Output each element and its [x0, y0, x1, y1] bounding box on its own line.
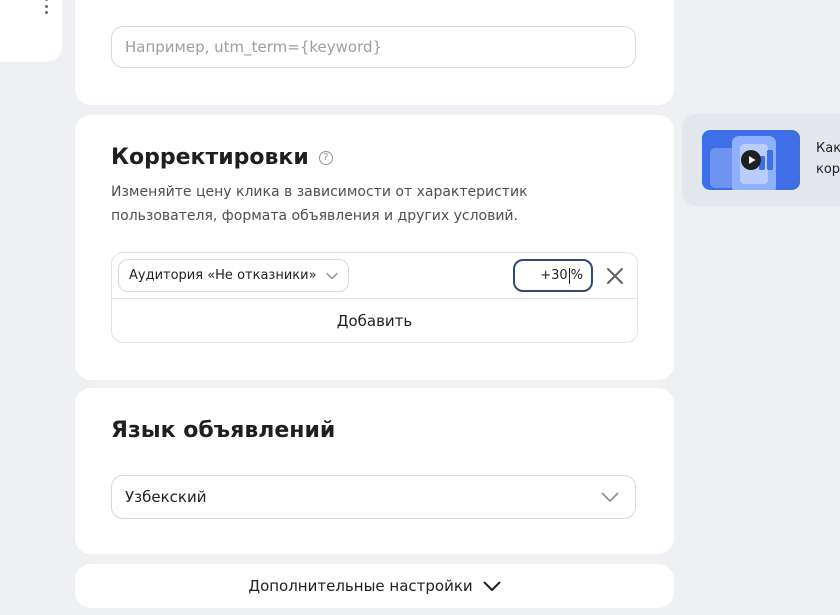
promo-text-line: Как [816, 141, 840, 156]
chevron-down-icon [325, 272, 338, 279]
play-icon [741, 150, 761, 170]
audience-select[interactable]: Аудитория «Не отказники» [118, 259, 349, 292]
adjustments-title: Корректировки ? [111, 145, 333, 170]
adjustments-card: Корректировки ? Изменяйте цену клика в з… [75, 115, 674, 380]
promo-text: Как кор [816, 138, 840, 180]
additional-settings-label: Дополнительные настройки [248, 577, 473, 595]
url-params-card [75, 0, 674, 105]
chevron-down-icon [483, 581, 501, 591]
percent-value: +30 [540, 268, 568, 283]
close-icon[interactable] [603, 264, 627, 288]
language-selected-value: Узбекский [125, 488, 207, 506]
audience-select-label: Аудитория «Не отказники» [129, 268, 317, 283]
additional-settings-button[interactable]: Дополнительные настройки [75, 564, 674, 608]
left-card [0, 0, 62, 62]
adjustments-title-text: Корректировки [111, 145, 309, 170]
adjustments-description: Изменяйте цену клика в зависимости от ха… [111, 184, 528, 224]
url-params-input[interactable] [111, 26, 636, 68]
language-card: Язык объявлений Узбекский [75, 388, 674, 554]
question-circle-icon[interactable]: ? [318, 150, 333, 165]
promo-text-line: кор [816, 162, 840, 177]
percent-sign: % [570, 268, 583, 283]
promo-thumbnail [702, 130, 800, 190]
language-select[interactable]: Узбекский [111, 475, 636, 519]
kebab-menu-icon[interactable] [43, 0, 49, 14]
adjustment-row: Аудитория «Не отказники» +30% [112, 253, 637, 299]
adjustments-list: Аудитория «Не отказники» +30% Добавить [111, 252, 638, 343]
chevron-down-icon [601, 492, 619, 502]
language-title: Язык объявлений [111, 418, 336, 443]
text-caret [568, 267, 570, 284]
add-adjustment-button[interactable]: Добавить [112, 299, 637, 342]
promo-video-card[interactable]: Как кор [682, 114, 840, 206]
percent-input[interactable]: +30% [513, 259, 593, 292]
